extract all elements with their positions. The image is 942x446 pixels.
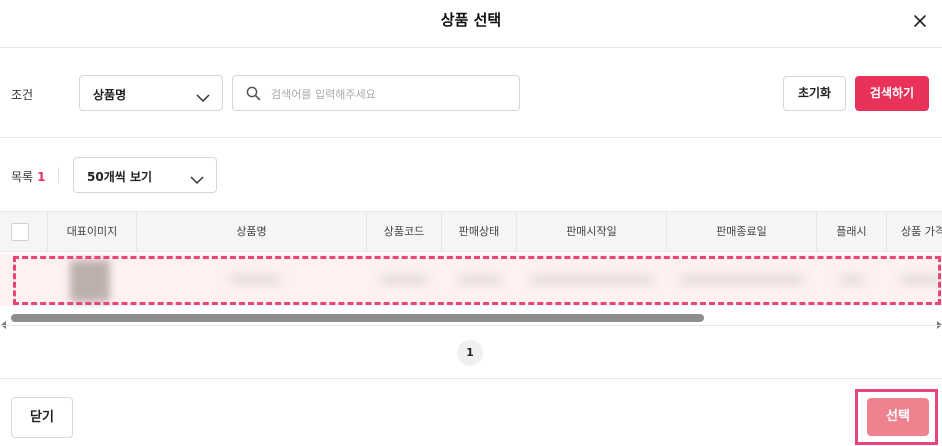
column-header: 상품명 — [137, 212, 367, 251]
page-number-button[interactable]: 1 — [457, 340, 483, 366]
column-header: 플래시 — [817, 212, 887, 251]
search-icon — [246, 86, 261, 105]
horizontal-scrollbar[interactable] — [0, 312, 942, 329]
scrollbar-thumb[interactable] — [11, 314, 704, 322]
select-all-checkbox[interactable] — [11, 223, 29, 241]
list-label-text: 목록 — [11, 170, 34, 184]
list-count: 1 — [37, 170, 46, 184]
condition-select-value: 상품명 — [93, 88, 127, 102]
modal-title: 상품 선택 — [440, 11, 502, 29]
column-header: 대표이미지 — [48, 212, 137, 251]
header-select-cell — [0, 212, 48, 251]
reset-button[interactable]: 초기화 — [783, 76, 846, 111]
modal-header: 상품 선택 — [0, 0, 942, 48]
close-icon[interactable] — [907, 8, 933, 34]
search-bar: 조건 상품명 초기화 검색하기 — [0, 48, 942, 138]
list-label: 목록 1 — [11, 168, 45, 185]
modal-footer: 닫기 선택 — [0, 378, 942, 446]
select-button-highlight: 선택 — [855, 389, 938, 445]
column-header: 상품 가격 — [901, 225, 942, 238]
search-input[interactable] — [271, 85, 511, 103]
column-header: 판매시작일 — [517, 212, 667, 251]
chevron-down-icon — [190, 170, 204, 189]
page-size-select[interactable]: 50개씩 보기 — [73, 157, 217, 193]
close-button[interactable]: 닫기 — [11, 397, 73, 438]
column-header: 판매종료일 — [667, 212, 817, 251]
condition-select[interactable]: 상품명 — [79, 75, 223, 111]
search-button[interactable]: 검색하기 — [855, 76, 929, 111]
divider — [58, 167, 59, 183]
list-toolbar: 목록 1 50개씩 보기 — [0, 139, 942, 211]
column-header: 상품코드 — [367, 212, 442, 251]
column-header: 판매상태 — [442, 212, 517, 251]
search-input-box[interactable] — [232, 75, 520, 111]
chevron-down-icon — [196, 88, 210, 107]
condition-label: 조건 — [11, 88, 34, 102]
pagination: 1 — [0, 325, 942, 378]
table-header: 대표이미지 상품명 상품코드 판매상태 판매시작일 판매종료일 플래시 상품 가… — [0, 211, 942, 252]
page-size-value: 50개씩 보기 — [87, 170, 153, 184]
select-button[interactable]: 선택 — [867, 398, 929, 436]
selected-row-highlight[interactable] — [13, 256, 941, 305]
table-row[interactable] — [0, 252, 942, 310]
